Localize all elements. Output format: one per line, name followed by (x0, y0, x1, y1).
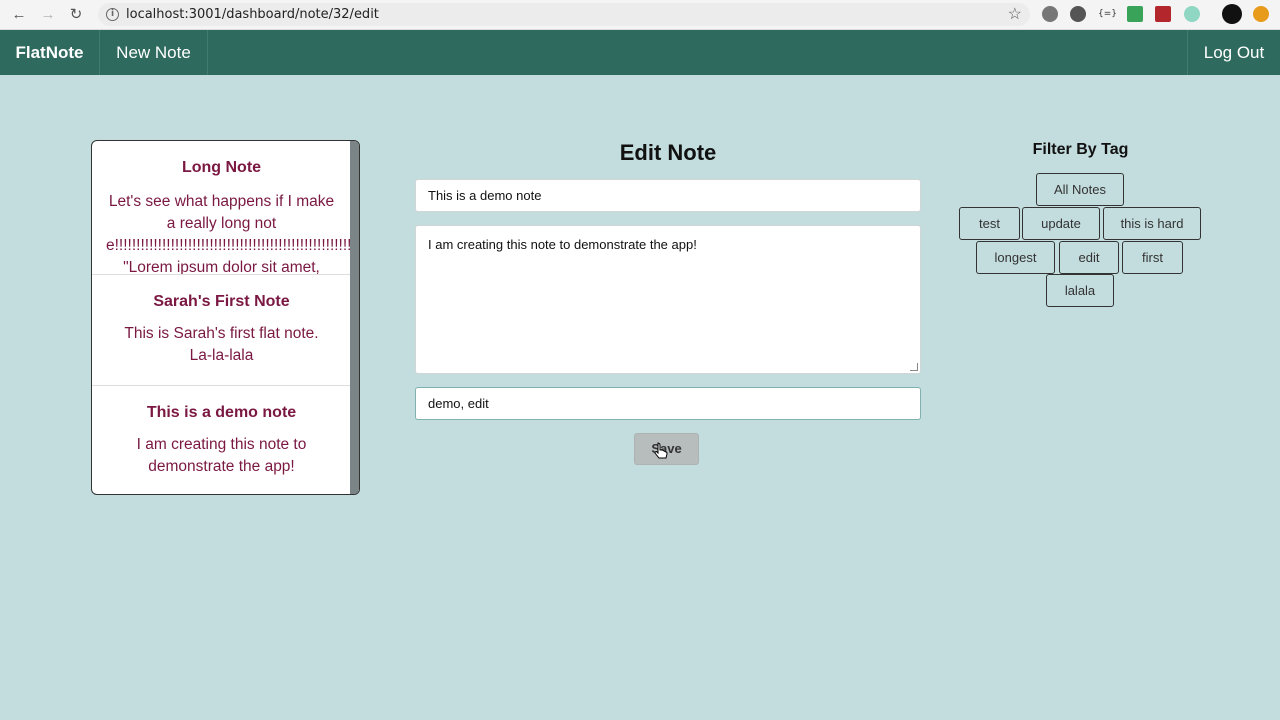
browser-toolbar: ← → ↻ i localhost:3001/dashboard/note/32… (0, 0, 1280, 30)
extension-icon[interactable] (1042, 6, 1058, 22)
note-body: I am creating this note to demonstrate t… (136, 436, 307, 475)
note-card[interactable]: This is a demo note I am creating this n… (92, 386, 351, 494)
extension-icon[interactable] (1184, 6, 1200, 22)
tag-button-longest[interactable]: longest (976, 241, 1055, 274)
tag-button-all-notes[interactable]: All Notes (1036, 173, 1124, 206)
tags-input[interactable]: demo, edit (415, 387, 921, 420)
page-title: Edit Note (619, 140, 717, 165)
scrollbar[interactable] (350, 141, 359, 494)
tag-button-this-is-hard[interactable]: this is hard (1103, 207, 1201, 240)
extension-icon[interactable] (1070, 6, 1086, 22)
extension-icon[interactable] (1127, 6, 1143, 22)
extension-icon[interactable] (1155, 6, 1171, 22)
note-card[interactable]: Sarah's First Note This is Sarah's first… (92, 275, 351, 386)
extension-icon[interactable] (1253, 6, 1269, 22)
new-note-link[interactable]: New Note (100, 30, 208, 75)
filter-heading: Filter By Tag (1032, 141, 1129, 158)
note-body-text: I am creating this note to demonstrate t… (428, 237, 697, 252)
reload-icon[interactable]: ↻ (65, 4, 87, 26)
url-text: localhost:3001/dashboard/note/32/edit (126, 7, 379, 22)
tag-button-lalala[interactable]: lalala (1046, 274, 1114, 307)
note-body: This is Sarah's first flat note. La-la-l… (124, 325, 319, 364)
profile-avatar[interactable] (1222, 4, 1242, 24)
bookmark-star-icon[interactable]: ☆ (1008, 4, 1022, 24)
note-title: Sarah's First Note (153, 293, 290, 310)
tag-button-edit[interactable]: edit (1059, 241, 1119, 274)
notes-list: Long Note Let's see what happens if I ma… (91, 140, 360, 495)
hand-cursor-icon (654, 442, 668, 459)
app-navbar: FlatNote New Note Log Out (0, 30, 1280, 75)
note-body-textarea[interactable]: I am creating this note to demonstrate t… (415, 225, 921, 374)
resize-handle[interactable] (910, 363, 918, 371)
log-out-link[interactable]: Log Out (1187, 30, 1280, 75)
forward-icon[interactable]: → (37, 4, 59, 26)
tag-button-test[interactable]: test (959, 207, 1020, 240)
note-body: Let's see what happens if I make a reall… (106, 193, 351, 275)
back-icon[interactable]: ← (8, 4, 30, 26)
extension-icon[interactable]: {=} (1098, 6, 1117, 22)
note-title: This is a demo note (146, 404, 297, 421)
address-bar[interactable]: i localhost:3001/dashboard/note/32/edit … (98, 3, 1030, 26)
site-info-icon[interactable]: i (106, 8, 119, 21)
note-card[interactable]: Long Note Let's see what happens if I ma… (92, 141, 351, 275)
tag-button-update[interactable]: update (1022, 207, 1100, 240)
tag-button-first[interactable]: first (1122, 241, 1183, 274)
note-title: Long Note (181, 159, 262, 176)
brand-link[interactable]: FlatNote (0, 30, 100, 75)
note-title-input[interactable]: This is a demo note (415, 179, 921, 212)
